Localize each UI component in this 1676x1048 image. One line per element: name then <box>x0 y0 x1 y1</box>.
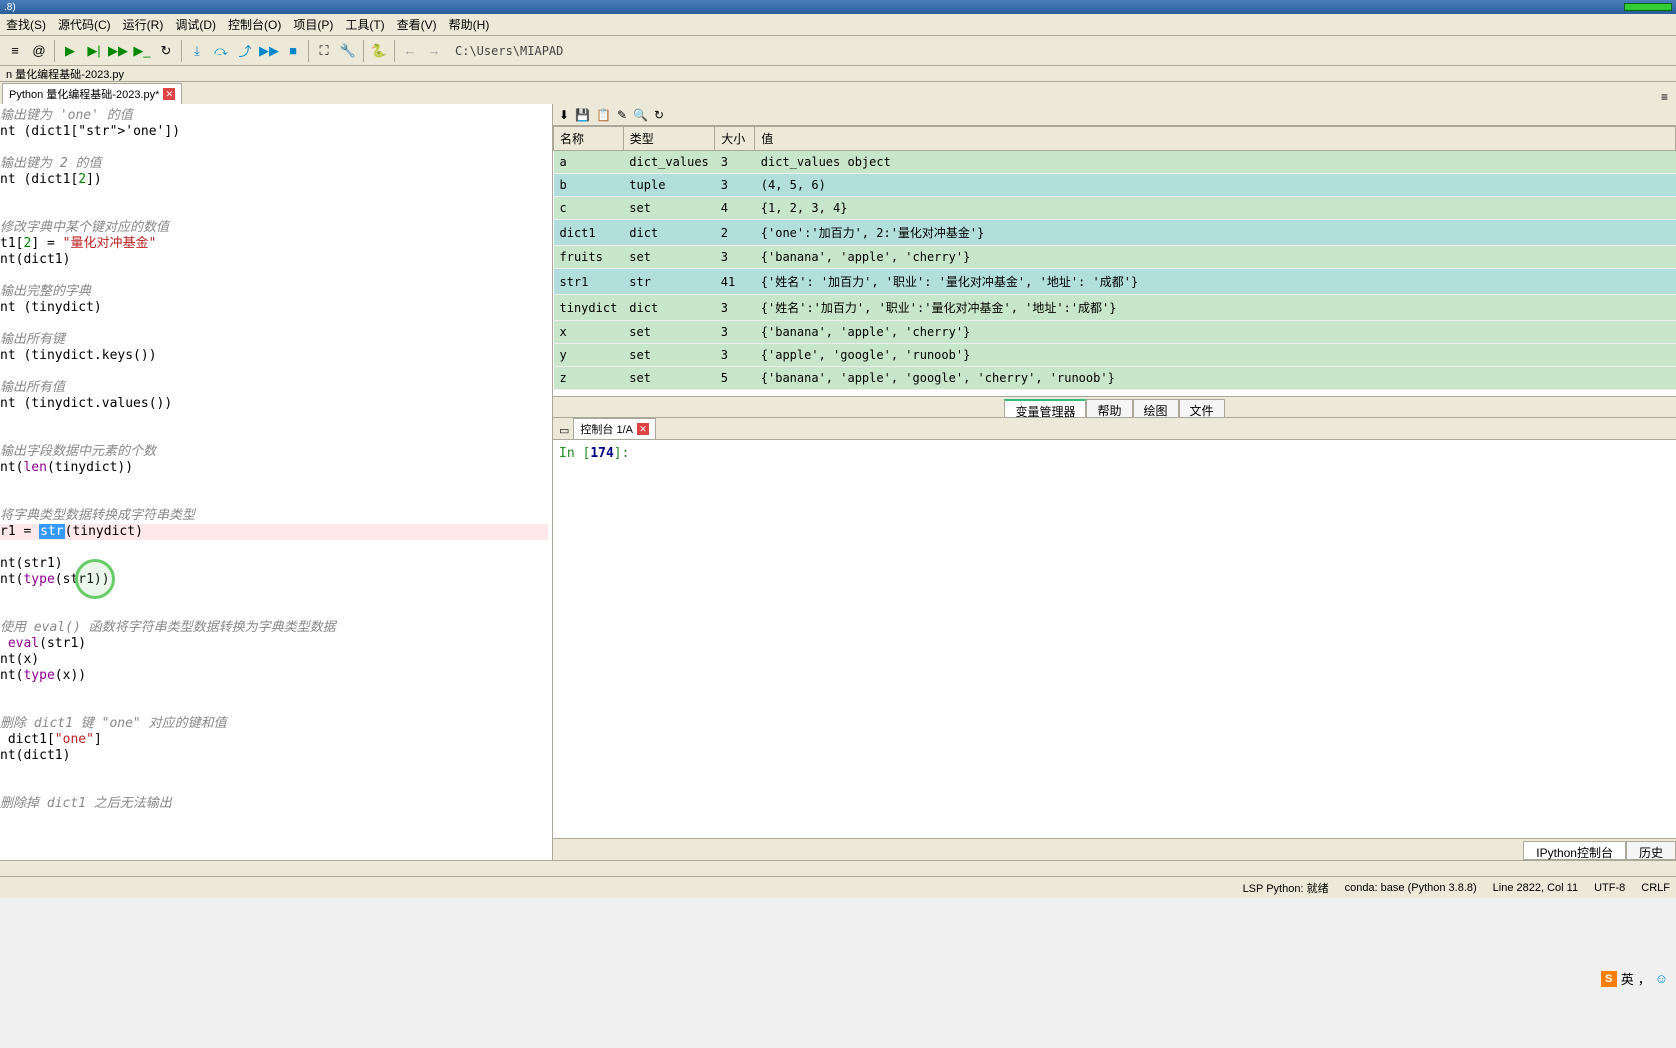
debug-step-over-icon[interactable]: ⤼ <box>210 40 232 62</box>
python-path-icon[interactable]: 🐍 <box>368 40 390 62</box>
run-selection-icon[interactable]: ▶_ <box>131 40 153 62</box>
variable-row[interactable]: zset5{'banana', 'apple', 'google', 'cher… <box>554 367 1676 390</box>
tab-variable-explorer[interactable]: 变量管理器 <box>1004 399 1086 417</box>
breadcrumb-bar: n 量化编程基础-2023.py <box>0 66 1676 82</box>
editor-tabs: Python 量化编程基础-2023.py* ✕ ≡ <box>0 82 1676 104</box>
file-tab[interactable]: Python 量化编程基础-2023.py* ✕ <box>2 83 182 104</box>
main-toolbar: ≡ @ ▶ ▶| ▶▶ ▶_ ↻ ⤓ ⤼ ⤴ ▶▶ ■ ⛶ 🔧 🐍 ← → C:… <box>0 36 1676 66</box>
variable-row[interactable]: btuple3(4, 5, 6) <box>554 174 1676 197</box>
editor-scrollbar[interactable] <box>0 860 1676 876</box>
status-encoding[interactable]: UTF-8 <box>1594 882 1625 894</box>
status-cursor-pos: Line 2822, Col 11 <box>1493 882 1578 894</box>
variable-row[interactable]: fruitsset3{'banana', 'apple', 'cherry'} <box>554 246 1676 269</box>
refresh-icon[interactable]: ↻ <box>654 108 664 122</box>
col-value[interactable]: 值 <box>755 127 1676 151</box>
variable-row[interactable]: cset4{1, 2, 3, 4} <box>554 197 1676 220</box>
back-icon[interactable]: ← <box>399 40 421 62</box>
variable-toolbar: ⬇ 💾 📋 ✎ 🔍 ↻ <box>553 104 1676 126</box>
statusbar: LSP Python: 就绪 conda: base (Python 3.8.8… <box>0 876 1676 898</box>
tab-files[interactable]: 文件 <box>1179 399 1225 417</box>
rerun-icon[interactable]: ↻ <box>155 40 177 62</box>
outline-icon[interactable]: ≡ <box>4 40 26 62</box>
menu-debug[interactable]: 调试(D) <box>175 16 216 33</box>
ime-punct-icon: ， <box>1638 969 1651 988</box>
menu-view[interactable]: 查看(V) <box>397 16 437 33</box>
menu-tools[interactable]: 工具(T) <box>345 16 384 33</box>
console-tabs: ▭ 控制台 1/A ✕ <box>553 418 1676 440</box>
code-editor[interactable]: 输出键为 'one' 的值 nt (dict1["str">'one']) 输出… <box>0 104 553 860</box>
working-dir[interactable]: C:\Users\MIAPAD <box>455 44 1672 58</box>
debug-stop-icon[interactable]: ■ <box>282 40 304 62</box>
tab-ipython[interactable]: IPython控制台 <box>1523 841 1626 860</box>
right-pane-tabs: 变量管理器 帮助 绘图 文件 <box>553 396 1676 418</box>
status-lsp: LSP Python: 就绪 <box>1243 880 1329 896</box>
console-bottom-tabs: IPython控制台 历史 <box>553 838 1676 860</box>
col-name[interactable]: 名称 <box>554 127 624 151</box>
tab-plot[interactable]: 绘图 <box>1133 399 1179 417</box>
debug-continue-icon[interactable]: ▶▶ <box>258 40 280 62</box>
tab-history[interactable]: 历史 <box>1626 841 1676 860</box>
forward-icon[interactable]: → <box>423 40 445 62</box>
menubar: 查找(S) 源代码(C) 运行(R) 调试(D) 控制台(O) 项目(P) 工具… <box>0 14 1676 36</box>
menu-find[interactable]: 查找(S) <box>6 16 46 33</box>
variable-explorer[interactable]: 名称 类型 大小 值 adict_values3dict_values obje… <box>553 126 1676 390</box>
run-icon[interactable]: ▶ <box>59 40 81 62</box>
battery-icon <box>1624 3 1672 11</box>
debug-step-out-icon[interactable]: ⤴ <box>234 40 256 62</box>
variable-row[interactable]: tinydictdict3{'姓名':'加百力', '职业':'量化对冲基金',… <box>554 295 1676 321</box>
console-tab[interactable]: 控制台 1/A ✕ <box>573 418 656 439</box>
menu-run[interactable]: 运行(R) <box>123 16 164 33</box>
console-prompt: In [ <box>559 446 590 461</box>
variable-row[interactable]: xset3{'banana', 'apple', 'cherry'} <box>554 321 1676 344</box>
console-menu-icon[interactable]: ▭ <box>557 422 571 439</box>
menu-project[interactable]: 项目(P) <box>293 16 333 33</box>
debug-step-into-icon[interactable]: ⤓ <box>186 40 208 62</box>
close-icon[interactable]: ✕ <box>163 88 175 100</box>
window-titlebar: .8) <box>0 0 1676 14</box>
ime-lang: 英 <box>1621 969 1634 988</box>
save-as-icon[interactable]: 📋 <box>596 108 611 122</box>
import-icon[interactable]: ⬇ <box>559 108 569 122</box>
menu-source[interactable]: 源代码(C) <box>58 16 111 33</box>
variable-row[interactable]: dict1dict2{'one':'加百力', 2:'量化对冲基金'} <box>554 220 1676 246</box>
outline-toggle-icon[interactable]: ≡ <box>1661 90 1668 104</box>
at-icon[interactable]: @ <box>28 40 50 62</box>
ime-emoji-icon: ☺ <box>1655 971 1668 986</box>
breadcrumb: n 量化编程基础-2023.py <box>6 66 124 82</box>
col-size[interactable]: 大小 <box>715 127 755 151</box>
menu-console[interactable]: 控制台(O) <box>228 16 281 33</box>
ipython-console[interactable]: In [174]: <box>553 440 1676 838</box>
console-tab-label: 控制台 1/A <box>580 421 633 437</box>
tab-help[interactable]: 帮助 <box>1086 399 1132 417</box>
edit-icon[interactable]: ✎ <box>617 108 627 122</box>
ime-indicator[interactable]: S 英 ， ☺ <box>1601 969 1668 988</box>
status-conda[interactable]: conda: base (Python 3.8.8) <box>1345 882 1477 894</box>
run-cell-icon[interactable]: ▶| <box>83 40 105 62</box>
close-icon[interactable]: ✕ <box>637 423 649 435</box>
menu-help[interactable]: 帮助(H) <box>449 16 490 33</box>
col-type[interactable]: 类型 <box>623 127 714 151</box>
search-var-icon[interactable]: 🔍 <box>633 108 648 122</box>
variable-row[interactable]: str1str41{'姓名': '加百力', '职业': '量化对冲基金', '… <box>554 269 1676 295</box>
settings-icon[interactable]: 🔧 <box>337 40 359 62</box>
status-eol[interactable]: CRLF <box>1641 882 1670 894</box>
run-cell-next-icon[interactable]: ▶▶ <box>107 40 129 62</box>
file-tab-label: Python 量化编程基础-2023.py* <box>9 86 159 102</box>
variable-row[interactable]: adict_values3dict_values object <box>554 151 1676 174</box>
sogou-icon: S <box>1601 971 1617 987</box>
variable-row[interactable]: yset3{'apple', 'google', 'runoob'} <box>554 344 1676 367</box>
maximize-icon[interactable]: ⛶ <box>313 40 335 62</box>
title-text: .8) <box>4 2 16 13</box>
save-var-icon[interactable]: 💾 <box>575 108 590 122</box>
